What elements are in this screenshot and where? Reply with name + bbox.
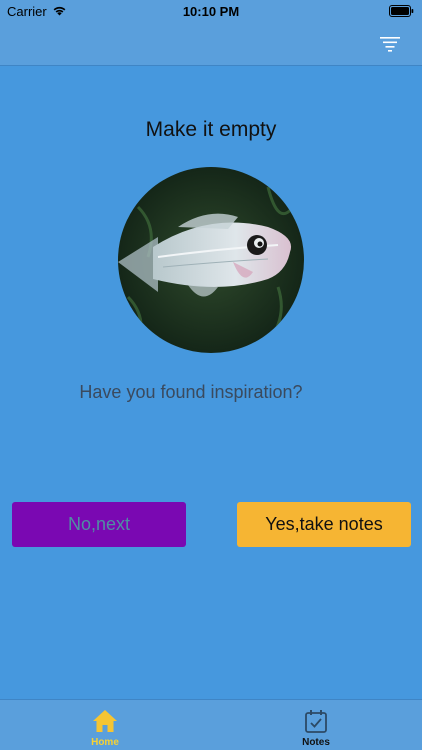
filter-button[interactable]: [378, 32, 402, 56]
no-next-button[interactable]: No,next: [12, 502, 186, 547]
battery-icon: [389, 5, 414, 17]
navigation-bar: [0, 22, 422, 66]
status-time: 10:10 PM: [182, 4, 240, 19]
inspiration-prompt: Have you found inspiration?: [79, 382, 303, 402]
filter-icon: [380, 37, 400, 52]
tab-bar: Home Notes: [0, 699, 422, 750]
notes-icon: [305, 710, 327, 733]
page-title: Make it empty: [145, 118, 277, 141]
tab-home-label: Home: [91, 737, 119, 748]
fish-image: [118, 167, 304, 353]
home-icon: [93, 710, 117, 732]
yes-take-notes-button[interactable]: Yes,take notes: [237, 502, 411, 547]
status-bar: Carrier 10:10 PM: [0, 0, 422, 22]
tab-home[interactable]: Home: [45, 700, 165, 750]
tab-notes[interactable]: Notes: [256, 700, 376, 750]
tab-notes-label: Notes: [302, 737, 330, 748]
